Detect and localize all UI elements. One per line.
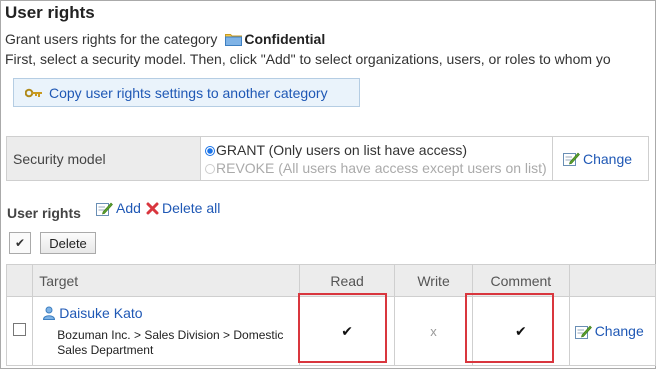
security-model-change-link[interactable]: Change xyxy=(563,151,648,167)
category-line: Grant users rights for the category Conf… xyxy=(5,31,325,49)
write-cell: x xyxy=(394,296,474,366)
key-icon xyxy=(25,88,43,98)
row-edit-icon xyxy=(574,324,592,339)
page-title: User rights xyxy=(5,3,95,22)
header-comment: Comment xyxy=(472,264,570,297)
header-read: Read xyxy=(299,264,396,297)
security-model-options: GRANT (Only users on list have access) R… xyxy=(200,136,553,181)
row-action-cell: Change xyxy=(568,296,656,366)
user-rights-header-row: Target Read Write Comment xyxy=(5,264,656,297)
add-label: Add xyxy=(116,200,141,216)
delete-x-icon xyxy=(146,202,159,215)
revoke-option-label: REVOKE (All users have access except use… xyxy=(216,159,547,176)
grant-prefix: Grant users rights for the category xyxy=(5,31,218,47)
user-link[interactable]: Daisuke Kato xyxy=(42,305,298,321)
header-checkbox-col xyxy=(5,264,34,297)
delete-button[interactable]: Delete xyxy=(40,232,96,254)
copy-rights-button[interactable]: Copy user rights settings to another cat… xyxy=(13,78,360,107)
row-change-link[interactable]: Change xyxy=(574,323,654,339)
security-model-action: Change xyxy=(552,136,649,181)
category-name: Confidential xyxy=(244,31,326,47)
add-link[interactable]: Add xyxy=(96,200,141,216)
user-name: Daisuke Kato xyxy=(59,304,143,321)
security-model-label: Security model xyxy=(6,136,201,181)
comment-highlight-box xyxy=(465,293,554,363)
row-change-label: Change xyxy=(594,323,644,339)
grant-option[interactable]: GRANT (Only users on list have access) xyxy=(205,141,552,159)
header-action-col xyxy=(568,264,656,297)
user-icon xyxy=(42,306,56,320)
select-all-checkbox[interactable]: ✔ xyxy=(9,232,31,254)
user-rights-heading: User rights xyxy=(7,205,81,221)
security-model-table: Security model GRANT (Only users on list… xyxy=(6,136,649,181)
revoke-option[interactable]: REVOKE (All users have access except use… xyxy=(205,159,552,177)
write-mark: x xyxy=(430,324,437,339)
header-write: Write xyxy=(394,264,474,297)
delete-all-link[interactable]: Delete all xyxy=(146,200,220,216)
grant-radio[interactable] xyxy=(205,145,215,156)
row-checkbox[interactable] xyxy=(13,323,27,336)
add-edit-icon xyxy=(96,201,113,216)
read-highlight-box xyxy=(298,293,387,363)
instruction-text: First, select a security model. Then, cl… xyxy=(5,51,611,67)
security-model-change-label: Change xyxy=(583,150,633,167)
target-cell: Daisuke Kato Bozuman Inc. > Sales Divisi… xyxy=(32,296,301,366)
revoke-radio[interactable] xyxy=(205,163,215,174)
delete-all-label: Delete all xyxy=(162,200,221,216)
folder-icon xyxy=(225,32,243,49)
organization-path: Bozuman Inc. > Sales Division > Domestic… xyxy=(57,327,284,357)
grant-option-label: GRANT (Only users on list have access) xyxy=(216,141,468,158)
row-checkbox-cell xyxy=(5,296,34,366)
header-target: Target xyxy=(32,264,301,297)
edit-icon xyxy=(563,151,580,166)
copy-rights-label: Copy user rights settings to another cat… xyxy=(49,84,328,101)
